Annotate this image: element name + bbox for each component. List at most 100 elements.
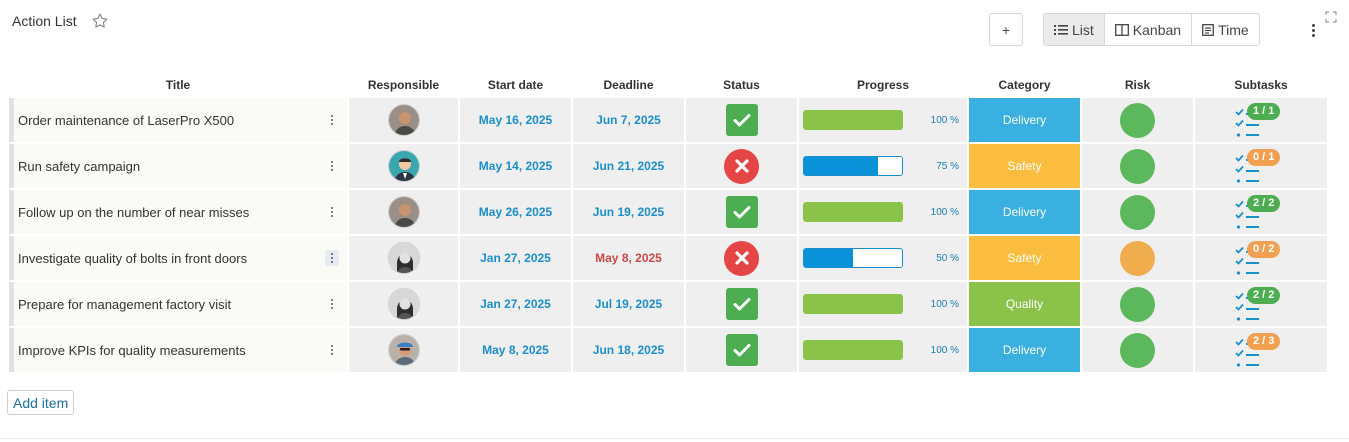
subtasks-widget[interactable]: 1 / 1 [1233,100,1289,140]
row-title-cell[interactable]: Order maintenance of LaserPro X500 [9,98,347,142]
responsible-cell[interactable] [349,236,458,280]
category-cell[interactable]: Safety [969,236,1080,280]
category-cell[interactable]: Delivery [969,190,1080,234]
subtasks-cell[interactable]: 2 / 3 [1195,328,1327,372]
avatar[interactable] [387,334,420,366]
column-header-status[interactable]: Status [686,74,797,96]
status-cell[interactable] [686,144,797,188]
progress-bar[interactable] [803,294,903,314]
status-cell[interactable] [686,98,797,142]
progress-cell[interactable]: 50 % [799,236,967,280]
avatar[interactable] [387,150,420,182]
deadline-cell[interactable]: Jun 18, 2025 [573,328,684,372]
star-icon[interactable] [91,12,109,30]
status-cell[interactable] [686,190,797,234]
risk-cell[interactable] [1082,144,1193,188]
avatar[interactable] [387,104,420,136]
column-header-responsible[interactable]: Responsible [349,74,458,96]
column-header-start-date[interactable]: Start date [460,74,571,96]
table-row[interactable]: Run safety campaign May 14, 2025 Jun 21, 2… [9,144,1327,188]
row-menu-icon[interactable] [325,342,339,358]
start-date-cell[interactable]: Jan 27, 2025 [460,282,571,326]
table-row[interactable]: Improve KPIs for quality measurements May… [9,328,1327,372]
status-cell[interactable] [686,236,797,280]
status-cell[interactable] [686,328,797,372]
deadline-cell[interactable]: Jul 19, 2025 [573,282,684,326]
responsible-cell[interactable] [349,190,458,234]
add-button[interactable]: + [989,13,1023,46]
start-date-cell[interactable]: May 26, 2025 [460,190,571,234]
risk-indicator[interactable] [1120,102,1155,138]
start-date-cell[interactable]: May 16, 2025 [460,98,571,142]
start-date-cell[interactable]: May 14, 2025 [460,144,571,188]
table-row[interactable]: Order maintenance of LaserPro X500 May 16… [9,98,1327,142]
risk-indicator[interactable] [1120,332,1155,368]
row-title[interactable]: Investigate quality of bolts in front do… [14,251,247,266]
subtasks-widget[interactable]: 0 / 2 [1233,238,1289,278]
category-cell[interactable]: Delivery [969,98,1080,142]
progress-cell[interactable]: 100 % [799,190,967,234]
expand-icon[interactable] [1325,10,1337,28]
column-header-category[interactable]: Category [969,74,1080,96]
column-header-deadline[interactable]: Deadline [573,74,684,96]
table-row[interactable]: Investigate quality of bolts in front do… [9,236,1327,280]
risk-cell[interactable] [1082,190,1193,234]
risk-cell[interactable] [1082,98,1193,142]
subtasks-widget[interactable]: 2 / 2 [1233,192,1289,232]
progress-cell[interactable]: 100 % [799,328,967,372]
row-title[interactable]: Follow up on the number of near misses [14,205,249,220]
cross-icon[interactable] [724,148,759,184]
row-title[interactable]: Run safety campaign [14,159,140,174]
status-cell[interactable] [686,282,797,326]
time-view-button[interactable]: Time [1191,13,1260,46]
category-cell[interactable]: Delivery [969,328,1080,372]
column-header-risk[interactable]: Risk [1082,74,1193,96]
risk-indicator[interactable] [1120,148,1155,184]
risk-indicator[interactable] [1120,240,1155,276]
row-menu-icon[interactable] [325,158,339,174]
deadline-cell[interactable]: May 8, 2025 [573,236,684,280]
checkmark-icon[interactable] [725,334,758,366]
avatar[interactable] [387,288,420,320]
subtasks-cell[interactable]: 1 / 1 [1195,98,1327,142]
progress-cell[interactable]: 100 % [799,282,967,326]
avatar[interactable] [387,242,420,274]
progress-cell[interactable]: 100 % [799,98,967,142]
risk-indicator[interactable] [1120,194,1155,230]
start-date-cell[interactable]: May 8, 2025 [460,328,571,372]
category-cell[interactable]: Quality [969,282,1080,326]
row-title[interactable]: Improve KPIs for quality measurements [14,343,246,358]
row-title[interactable]: Prepare for management factory visit [14,297,231,312]
start-date-cell[interactable]: Jan 27, 2025 [460,236,571,280]
row-title-cell[interactable]: Run safety campaign [9,144,347,188]
progress-bar[interactable] [803,110,903,130]
column-header-subtasks[interactable]: Subtasks [1195,74,1327,96]
subtasks-widget[interactable]: 0 / 1 [1233,146,1289,186]
responsible-cell[interactable] [349,328,458,372]
responsible-cell[interactable] [349,144,458,188]
column-header-progress[interactable]: Progress [799,74,967,96]
column-header-title[interactable]: Title [9,74,347,96]
add-item-button[interactable]: Add item [7,390,75,415]
row-title-cell[interactable]: Prepare for management factory visit [9,282,347,326]
avatar[interactable] [387,196,420,228]
subtasks-cell[interactable]: 0 / 2 [1195,236,1327,280]
risk-cell[interactable] [1082,328,1193,372]
progress-cell[interactable]: 75 % [799,144,967,188]
progress-bar[interactable] [803,156,903,176]
category-cell[interactable]: Safety [969,144,1080,188]
row-menu-icon[interactable] [325,250,339,266]
responsible-cell[interactable] [349,98,458,142]
risk-cell[interactable] [1082,282,1193,326]
subtasks-widget[interactable]: 2 / 2 [1233,284,1289,324]
subtasks-cell[interactable]: 2 / 2 [1195,282,1327,326]
deadline-cell[interactable]: Jun 19, 2025 [573,190,684,234]
row-title-cell[interactable]: Investigate quality of bolts in front do… [9,236,347,280]
subtasks-widget[interactable]: 2 / 3 [1233,330,1289,370]
row-title-cell[interactable]: Follow up on the number of near misses [9,190,347,234]
checkmark-icon[interactable] [725,196,758,228]
row-menu-icon[interactable] [325,112,339,128]
deadline-cell[interactable]: Jun 21, 2025 [573,144,684,188]
table-row[interactable]: Follow up on the number of near misses Ma… [9,190,1327,234]
more-options-icon[interactable] [1305,22,1321,38]
